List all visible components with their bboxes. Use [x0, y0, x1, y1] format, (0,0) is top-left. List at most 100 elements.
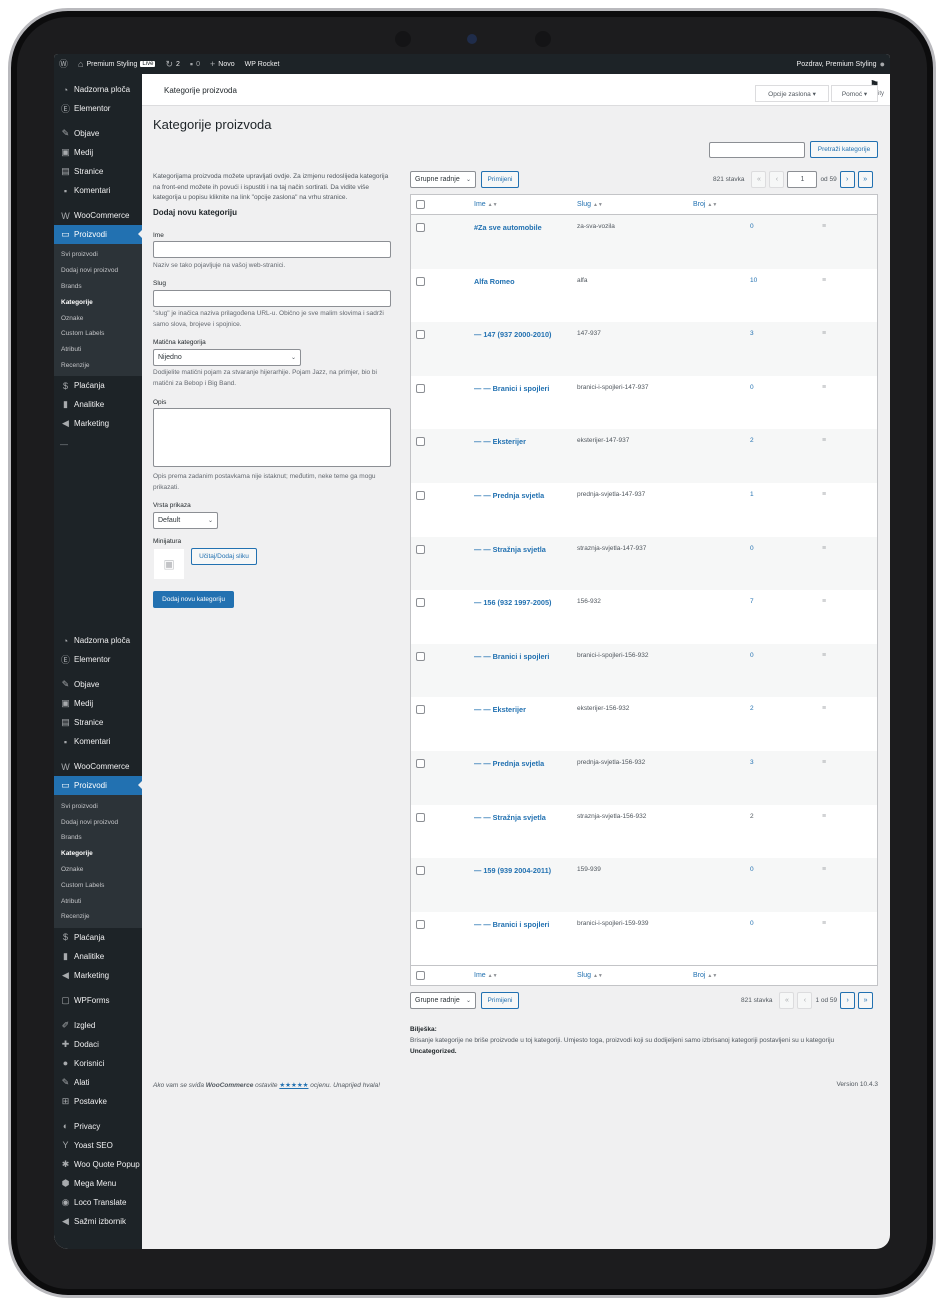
- menu-item-settings[interactable]: ⊞ Postavke: [54, 1092, 142, 1111]
- drag-handle-icon[interactable]: ≡: [822, 384, 826, 391]
- submenu-item[interactable]: Svi proizvodi: [54, 798, 142, 814]
- row-checkbox[interactable]: [416, 383, 425, 393]
- menu-item-media[interactable]: ▣ Medij: [54, 694, 142, 713]
- column-slug[interactable]: Slug ▲▼: [577, 201, 603, 208]
- wp-rocket-link[interactable]: WP Rocket: [240, 54, 285, 74]
- submenu-item[interactable]: Kategorije: [54, 846, 142, 862]
- row-checkbox[interactable]: [416, 330, 425, 340]
- rating-stars-link[interactable]: ★★★★★: [279, 1082, 308, 1089]
- menu-item-elementor[interactable]: Ⓔ Elementor: [54, 99, 142, 118]
- submenu-item[interactable]: Brands: [54, 830, 142, 846]
- category-count[interactable]: 0: [750, 545, 754, 552]
- row-checkbox[interactable]: [416, 437, 425, 447]
- drag-handle-icon[interactable]: ≡: [822, 598, 826, 605]
- menu-item-media[interactable]: ▣ Medij: [54, 143, 142, 162]
- menu-item-wpforms[interactable]: ▢ WPForms: [54, 991, 142, 1010]
- new-content-link[interactable]: + Novo: [205, 54, 240, 74]
- drag-handle-icon[interactable]: ≡: [822, 330, 826, 337]
- row-checkbox[interactable]: [416, 705, 425, 715]
- category-name-link[interactable]: — — Eksterijer: [474, 437, 526, 446]
- apply-button-bottom[interactable]: Primijeni: [481, 992, 519, 1009]
- column-count[interactable]: Broj ▲▼: [693, 972, 717, 979]
- category-name-link[interactable]: — — Stražnja svjetla: [474, 813, 546, 822]
- select-all-checkbox[interactable]: [416, 971, 425, 981]
- account-link[interactable]: Pozdrav, Premium Styling ●: [792, 54, 890, 74]
- next-page-button[interactable]: ›: [840, 992, 856, 1009]
- submenu-item[interactable]: Brands: [54, 279, 142, 295]
- menu-item-brush[interactable]: ✐ Izgled: [54, 1016, 142, 1035]
- next-page-button[interactable]: ›: [839, 171, 855, 188]
- search-categories-button[interactable]: Pretraži kategorije: [810, 141, 878, 158]
- site-name-link[interactable]: ⌂ Premium Styling Live: [73, 54, 160, 74]
- menu-item-megaphone[interactable]: ◀ Marketing: [54, 966, 142, 985]
- select-all-checkbox[interactable]: [416, 200, 425, 209]
- name-input[interactable]: [153, 241, 391, 258]
- parent-select[interactable]: Nijedno ⌄: [153, 349, 301, 366]
- current-page-input[interactable]: 1: [787, 171, 818, 188]
- drag-handle-icon[interactable]: ≡: [822, 437, 826, 444]
- menu-item-collapse[interactable]: ◀ Sažmi izbornik: [54, 1212, 142, 1231]
- menu-item-users[interactable]: ● Korisnici: [54, 1054, 142, 1073]
- prev-page-button[interactable]: ‹: [797, 992, 813, 1009]
- category-name-link[interactable]: — — Stražnja svjetla: [474, 545, 546, 554]
- bulk-actions-select[interactable]: Grupne radnje ⌄: [410, 171, 476, 188]
- menu-item-yoast[interactable]: Y Yoast SEO: [54, 1136, 142, 1155]
- category-name-link[interactable]: — — Prednja svjetla: [474, 491, 544, 500]
- submenu-item[interactable]: Atributi: [54, 342, 142, 358]
- category-name-link[interactable]: — — Branici i spojleri: [474, 920, 549, 929]
- submenu-item[interactable]: Kategorije: [54, 294, 142, 310]
- drag-handle-icon[interactable]: ≡: [822, 491, 826, 498]
- submenu-item[interactable]: Oznake: [54, 862, 142, 878]
- drag-handle-icon[interactable]: ≡: [822, 813, 826, 820]
- category-count[interactable]: 10: [750, 277, 757, 284]
- drag-handle-icon[interactable]: ≡: [822, 545, 826, 552]
- menu-item-page[interactable]: ▤ Stranice: [54, 162, 142, 181]
- menu-item-archive[interactable]: ▭ Proizvodi: [54, 225, 142, 244]
- menu-item-megaphone[interactable]: ◀ Marketing: [54, 414, 142, 433]
- row-checkbox[interactable]: [416, 919, 425, 929]
- prev-page-button[interactable]: ‹: [769, 171, 785, 188]
- menu-item-comment[interactable]: ▪ Komentari: [54, 181, 142, 200]
- submenu-item[interactable]: Dodaj novi proizvod: [54, 263, 142, 279]
- row-checkbox[interactable]: [416, 866, 425, 876]
- first-page-button[interactable]: «: [779, 992, 795, 1009]
- submenu-item[interactable]: Custom Labels: [54, 326, 142, 342]
- category-count[interactable]: 0: [750, 866, 754, 873]
- search-input[interactable]: [709, 142, 805, 158]
- row-checkbox[interactable]: [416, 812, 425, 822]
- menu-item-privacy[interactable]: ◐ Privacy: [54, 1117, 142, 1136]
- apply-button[interactable]: Primijeni: [481, 171, 519, 188]
- submenu-item[interactable]: Dodaj novi proizvod: [54, 814, 142, 830]
- menu-item-wrench[interactable]: ✎ Alati: [54, 1073, 142, 1092]
- screen-options-button[interactable]: Opcije zaslona ▾: [755, 85, 829, 102]
- bulk-actions-select-bottom[interactable]: Grupne radnje ⌄: [410, 992, 476, 1009]
- menu-item-loco[interactable]: ◉ Loco Translate: [54, 1193, 142, 1212]
- add-category-submit[interactable]: Dodaj novu kategoriju: [153, 591, 234, 608]
- slug-input[interactable]: [153, 290, 391, 307]
- row-checkbox[interactable]: [416, 490, 425, 500]
- category-count[interactable]: 2: [750, 437, 754, 444]
- category-name-link[interactable]: — 159 (939 2004-2011): [474, 866, 551, 875]
- menu-item-payment[interactable]: $ Plaćanja: [54, 928, 142, 947]
- submenu-item[interactable]: Svi proizvodi: [54, 247, 142, 263]
- submenu-item[interactable]: Oznake: [54, 310, 142, 326]
- row-checkbox[interactable]: [416, 544, 425, 554]
- category-count[interactable]: 0: [750, 223, 754, 230]
- category-count[interactable]: 2: [750, 705, 754, 712]
- category-name-link[interactable]: — — Branici i spojleri: [474, 384, 549, 393]
- category-name-link[interactable]: — 156 (932 1997-2005): [474, 598, 551, 607]
- drag-handle-icon[interactable]: ≡: [822, 866, 826, 873]
- menu-item-megamenu[interactable]: ⬢ Mega Menu: [54, 1174, 142, 1193]
- upload-image-button[interactable]: Učitaj/Dodaj sliku: [191, 548, 257, 565]
- column-slug[interactable]: Slug ▲▼: [577, 972, 603, 979]
- category-name-link[interactable]: — — Prednja svjetla: [474, 759, 544, 768]
- menu-item-woo[interactable]: W WooCommerce: [54, 757, 142, 776]
- wordpress-logo-icon[interactable]: Ⓦ: [54, 54, 73, 74]
- drag-handle-icon[interactable]: ≡: [822, 277, 826, 284]
- category-name-link[interactable]: Alfa Romeo: [474, 277, 515, 286]
- category-count[interactable]: 0: [750, 652, 754, 659]
- category-name-link[interactable]: — — Branici i spojleri: [474, 652, 549, 661]
- row-checkbox[interactable]: [416, 276, 425, 286]
- menu-item-payment[interactable]: $ Plaćanja: [54, 376, 142, 395]
- menu-item-dashboard[interactable]: ◔ Nadzorna ploča: [54, 631, 142, 650]
